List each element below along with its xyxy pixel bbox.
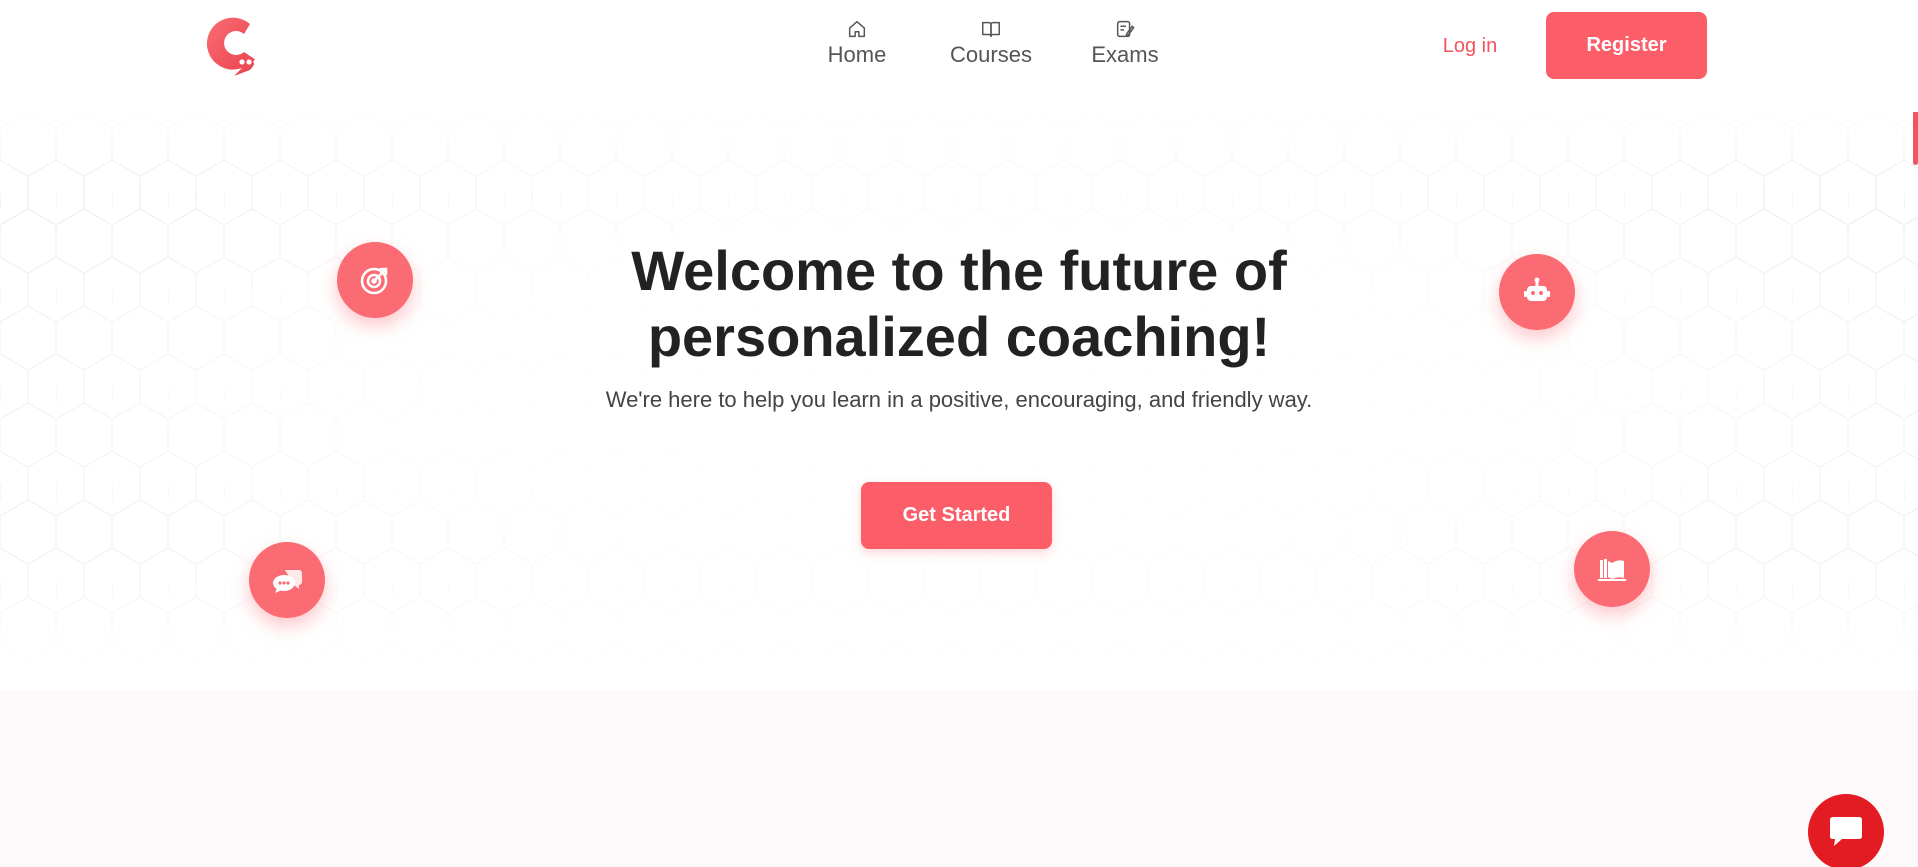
nav-exams-label: Exams [1091,42,1159,67]
nav-courses[interactable]: Courses [924,18,1058,68]
chat-bubbles-icon [273,570,302,593]
login-link[interactable]: Log in [1420,30,1520,62]
hero-section: Welcome to the future of personalized co… [0,112,1918,672]
site-header: Home Courses Exams Log in Register [0,0,1918,112]
hero-title: Welcome to the future of personalized co… [459,238,1459,370]
hero-subtitle: We're here to help you learn in a positi… [605,387,1313,412]
chat-widget-button[interactable] [1808,794,1884,867]
nav-home-label: Home [827,42,887,67]
book-icon [982,21,1000,38]
exam-icon [1116,20,1135,38]
page: Home Courses Exams Log in Register Welco… [0,0,1918,867]
logo-icon[interactable] [204,12,260,78]
get-started-button[interactable]: Get Started [861,482,1052,549]
hero-title-line1: Welcome to the future of [631,239,1287,302]
target-icon [360,267,388,295]
robot-bubble [1499,254,1575,330]
robot-icon [1524,277,1550,301]
target-bubble [337,242,413,318]
register-button[interactable]: Register [1546,12,1707,79]
home-icon [848,20,866,38]
nav-exams[interactable]: Exams [1058,18,1192,68]
open-book-icon [1598,559,1626,581]
open-book-bubble [1574,531,1650,607]
next-section [0,690,1918,867]
nav-home[interactable]: Home [790,18,924,68]
main-nav: Home Courses Exams [790,18,1192,68]
hero-title-line2: personalized coaching! [647,305,1271,368]
chat-bubbles-bubble [249,542,325,618]
nav-courses-label: Courses [950,42,1032,67]
chat-icon [1830,817,1862,846]
